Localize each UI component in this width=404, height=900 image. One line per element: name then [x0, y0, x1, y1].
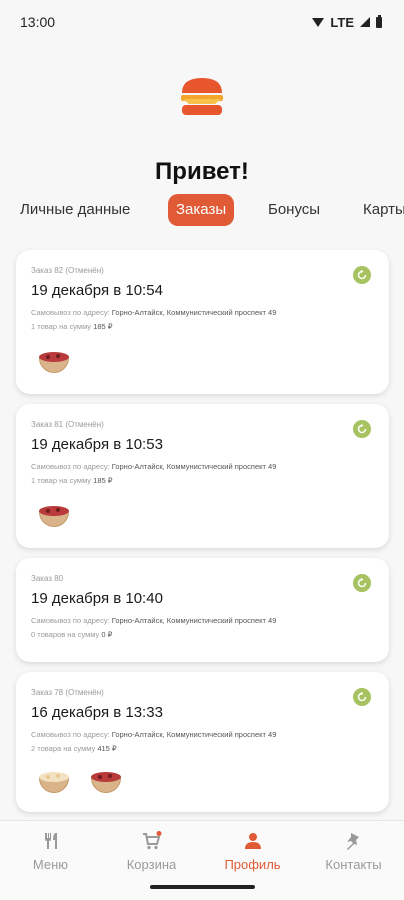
items-label: 1 товар на сумму	[31, 476, 92, 485]
person-icon	[244, 833, 261, 849]
status-bar: 13:00 LTE	[0, 0, 404, 44]
order-items	[36, 498, 70, 532]
repeat-order-icon[interactable]	[353, 688, 371, 706]
profile-tabs: Личные данные Заказы Бонусы Карты	[0, 194, 404, 228]
order-date: 19 декабря в 10:54	[31, 282, 163, 299]
nav-contacts[interactable]: Контакты	[303, 831, 404, 872]
items-label: 0 товаров на сумму	[31, 630, 100, 639]
address-value: Горно-Алтайск, Коммунистический проспект…	[111, 462, 277, 471]
address-label: Самовывоз по адресу:	[31, 308, 110, 317]
order-number: Заказ 82 (Отменён)	[31, 266, 104, 275]
sum-value: 415 ₽	[97, 744, 117, 753]
signal-icon	[360, 17, 370, 27]
order-items	[36, 344, 70, 378]
battery-icon	[376, 14, 382, 28]
address-value: Горно-Алтайск, Коммунистический проспект…	[111, 616, 277, 625]
items-label: 1 товар на сумму	[31, 322, 92, 331]
network-type: LTE	[330, 14, 354, 30]
greeting-title: Привет!	[155, 158, 249, 185]
order-items	[36, 764, 122, 798]
tab-personal-data[interactable]: Личные данные	[12, 194, 138, 226]
order-address: Самовывоз по адресу: Горно-Алтайск, Комм…	[31, 730, 276, 739]
order-date: 16 декабря в 13:33	[31, 704, 163, 721]
product-thumbnail	[36, 344, 70, 378]
items-label: 2 товара на сумму	[31, 744, 96, 753]
order-address: Самовывоз по адресу: Горно-Алтайск, Комм…	[31, 616, 276, 625]
status-icons: LTE	[312, 14, 382, 30]
order-date: 19 декабря в 10:40	[31, 590, 163, 607]
address-label: Самовывоз по адресу:	[31, 730, 110, 739]
order-number: Заказ 78 (Отменён)	[31, 688, 104, 697]
nav-cart[interactable]: Корзина	[101, 831, 202, 872]
nav-contacts-label: Контакты	[325, 857, 382, 872]
product-thumbnail	[36, 764, 70, 798]
order-sum: 0 товаров на сумму 0 ₽	[31, 630, 112, 639]
cart-icon	[142, 831, 161, 850]
product-thumbnail	[36, 498, 70, 532]
nav-profile[interactable]: Профиль	[202, 831, 303, 872]
order-sum: 1 товар на сумму 185 ₽	[31, 322, 113, 331]
repeat-order-icon[interactable]	[353, 574, 371, 592]
order-card[interactable]: Заказ 80 19 декабря в 10:40 Самовывоз по…	[16, 558, 389, 662]
order-date: 19 декабря в 10:53	[31, 436, 163, 453]
wifi-icon	[312, 17, 325, 27]
tab-orders[interactable]: Заказы	[168, 194, 235, 226]
order-number: Заказ 80	[31, 574, 64, 583]
address-value: Горно-Алтайск, Коммунистический проспект…	[111, 308, 277, 317]
address-label: Самовывоз по адресу:	[31, 616, 110, 625]
order-sum: 1 товар на сумму 185 ₽	[31, 476, 113, 485]
nav-cart-label: Корзина	[126, 857, 177, 872]
order-address: Самовывоз по адресу: Горно-Алтайск, Комм…	[31, 308, 276, 317]
sum-value: 185 ₽	[93, 322, 113, 331]
order-number: Заказ 81 (Отменён)	[31, 420, 104, 429]
repeat-order-icon[interactable]	[353, 420, 371, 438]
nav-profile-label: Профиль	[224, 857, 281, 872]
order-card[interactable]: Заказ 78 (Отменён) 16 декабря в 13:33 Са…	[16, 672, 389, 812]
tab-cards[interactable]: Карты	[355, 194, 404, 226]
pin-icon	[346, 833, 359, 850]
repeat-order-icon[interactable]	[353, 266, 371, 284]
sum-value: 0 ₽	[101, 630, 113, 639]
sum-value: 185 ₽	[93, 476, 113, 485]
address-label: Самовывоз по адресу:	[31, 462, 110, 471]
burger-logo-icon	[179, 76, 225, 118]
order-sum: 2 товара на сумму 415 ₽	[31, 744, 117, 753]
home-indicator[interactable]	[150, 885, 255, 889]
address-value: Горно-Алтайск, Коммунистический проспект…	[111, 730, 277, 739]
nav-menu[interactable]: Меню	[0, 831, 101, 872]
order-card[interactable]: Заказ 81 (Отменён) 19 декабря в 10:53 Са…	[16, 404, 389, 548]
nav-menu-label: Меню	[32, 857, 69, 872]
order-card[interactable]: Заказ 82 (Отменён) 19 декабря в 10:54 Са…	[16, 250, 389, 394]
product-thumbnail	[88, 764, 122, 798]
order-address: Самовывоз по адресу: Горно-Алтайск, Комм…	[31, 462, 276, 471]
fork-knife-icon	[44, 833, 57, 849]
status-time: 13:00	[20, 14, 56, 30]
tab-bonuses[interactable]: Бонусы	[260, 194, 328, 226]
